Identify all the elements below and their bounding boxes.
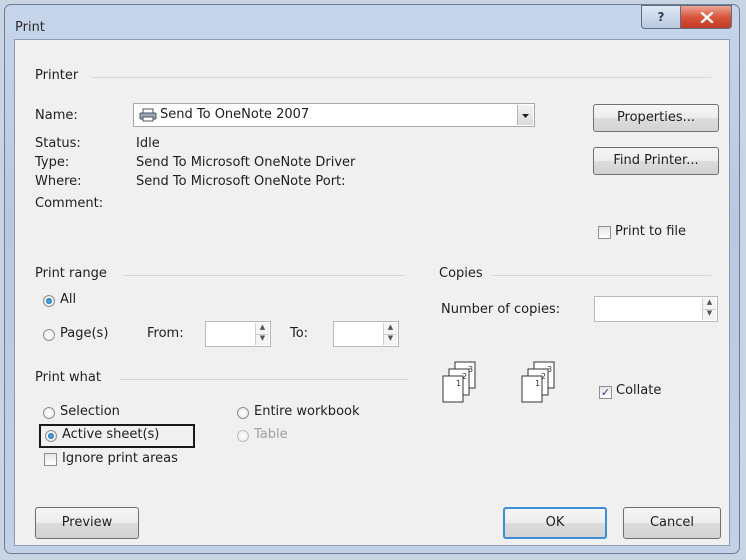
print-to-file-label[interactable]: Print to file	[615, 224, 686, 239]
to-page-spinner-arrows[interactable]: ▲ ▼	[383, 323, 397, 345]
collate-label[interactable]: Collate	[616, 383, 661, 398]
ignore-print-areas-checkbox[interactable]	[44, 453, 57, 466]
printer-name-value: Send To OneNote 2007	[160, 107, 310, 122]
copies-group-divider	[493, 275, 711, 276]
printer-group-divider	[91, 77, 711, 78]
print-what-group-label: Print what	[35, 370, 101, 385]
combo-chevron-down-icon	[522, 114, 529, 118]
printer-icon	[139, 108, 157, 122]
window-title: Print	[15, 20, 45, 35]
dialog-body: Printer Name: Send To OneNote 2007 Statu…	[14, 39, 730, 546]
print-to-file-checkbox[interactable]	[598, 226, 611, 239]
from-page-spinner-arrows[interactable]: ▲ ▼	[255, 323, 269, 345]
comment-label: Comment:	[35, 196, 104, 211]
ok-button[interactable]: OK	[503, 507, 607, 539]
number-of-copies-label: Number of copies:	[441, 302, 561, 317]
from-page-spinner[interactable]: ▲ ▼	[205, 321, 271, 347]
printer-name-dropdown-arrow[interactable]	[517, 105, 533, 125]
spin-down-icon[interactable]: ▼	[256, 334, 269, 345]
type-value: Send To Microsoft OneNote Driver	[136, 155, 356, 170]
properties-button[interactable]: Properties...	[593, 104, 719, 132]
selection-radio[interactable]	[43, 407, 55, 419]
close-icon	[700, 12, 714, 23]
selection-radio-label[interactable]: Selection	[60, 404, 120, 419]
spin-down-icon[interactable]: ▼	[703, 309, 716, 320]
status-value: Idle	[136, 136, 160, 151]
all-radio[interactable]	[43, 295, 55, 307]
print-range-group-label: Print range	[35, 266, 107, 281]
svg-text:1: 1	[535, 379, 540, 388]
printer-group-label: Printer	[35, 68, 79, 83]
active-sheets-radio-label[interactable]: Active sheet(s)	[62, 427, 159, 442]
where-value: Send To Microsoft OneNote Port:	[136, 174, 346, 189]
ignore-print-areas-label[interactable]: Ignore print areas	[62, 451, 178, 466]
preview-button[interactable]: Preview	[35, 507, 139, 539]
all-radio-label[interactable]: All	[60, 292, 76, 307]
entire-workbook-radio-label[interactable]: Entire workbook	[254, 404, 360, 419]
number-of-copies-spinner-arrows[interactable]: ▲ ▼	[702, 298, 716, 320]
entire-workbook-radio[interactable]	[237, 407, 249, 419]
number-of-copies-spinner[interactable]: ▲ ▼	[594, 296, 718, 322]
pages-radio[interactable]	[43, 329, 55, 341]
print-dialog-window: Print ? Printer Name: Send To OneNote 20…	[4, 4, 740, 554]
printer-name-dropdown[interactable]: Send To OneNote 2007	[133, 103, 535, 127]
table-radio[interactable]	[237, 430, 249, 442]
table-radio-label: Table	[254, 427, 288, 442]
collate-pages-icon: 3 2 1	[521, 361, 555, 403]
print-what-group-divider	[119, 379, 409, 380]
collate-checkbox[interactable]: ✓	[599, 386, 612, 399]
where-label: Where:	[35, 174, 82, 189]
pages-radio-label[interactable]: Page(s)	[60, 326, 108, 341]
cancel-button[interactable]: Cancel	[623, 507, 721, 539]
spin-down-icon[interactable]: ▼	[384, 334, 397, 345]
copies-group-label: Copies	[439, 266, 483, 281]
status-label: Status:	[35, 136, 81, 151]
collate-pages-icon: 3 2 1	[442, 361, 476, 403]
from-label: From:	[147, 326, 184, 341]
to-label: To:	[290, 326, 309, 341]
help-icon: ?	[657, 10, 665, 24]
help-button[interactable]: ?	[641, 5, 681, 29]
type-label: Type:	[35, 155, 70, 170]
active-sheets-radio[interactable]	[45, 430, 57, 442]
close-button[interactable]	[680, 5, 732, 29]
name-label: Name:	[35, 108, 78, 123]
find-printer-button[interactable]: Find Printer...	[593, 147, 719, 175]
print-range-group-divider	[123, 275, 405, 276]
svg-text:1: 1	[456, 379, 461, 388]
to-page-spinner[interactable]: ▲ ▼	[333, 321, 399, 347]
